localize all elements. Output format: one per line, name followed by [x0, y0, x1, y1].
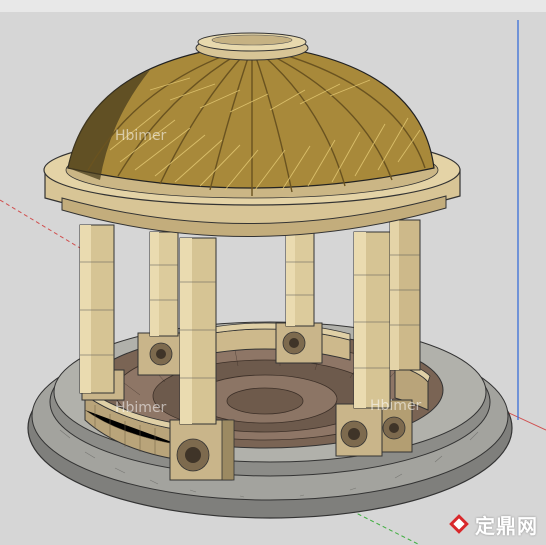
viewport-scene: [0, 0, 546, 545]
pedestal-back-left: [137, 332, 185, 376]
site-watermark: 定鼎网: [449, 510, 538, 539]
column-front-left-outer: [79, 224, 115, 394]
ghost-watermark-1: Hbimer: [115, 128, 167, 144]
column-back-right: [285, 231, 315, 327]
ghost-watermark-2: Hbimer: [115, 400, 167, 416]
column-back-left: [149, 231, 179, 337]
pedestal-back-right: [275, 322, 323, 364]
ghost-watermark-3: Hbimer: [370, 398, 422, 414]
column-front-right: [353, 231, 391, 409]
diamond-logo-icon: [449, 514, 471, 536]
column-right-outer: [389, 219, 421, 371]
top-border: [0, 0, 546, 12]
floor-center: [226, 387, 304, 415]
column-front-center: [179, 237, 217, 425]
pedestal-front-left: [169, 419, 235, 481]
dome-cap-hole: [211, 34, 293, 46]
watermark-text: 定鼎网: [475, 514, 538, 538]
